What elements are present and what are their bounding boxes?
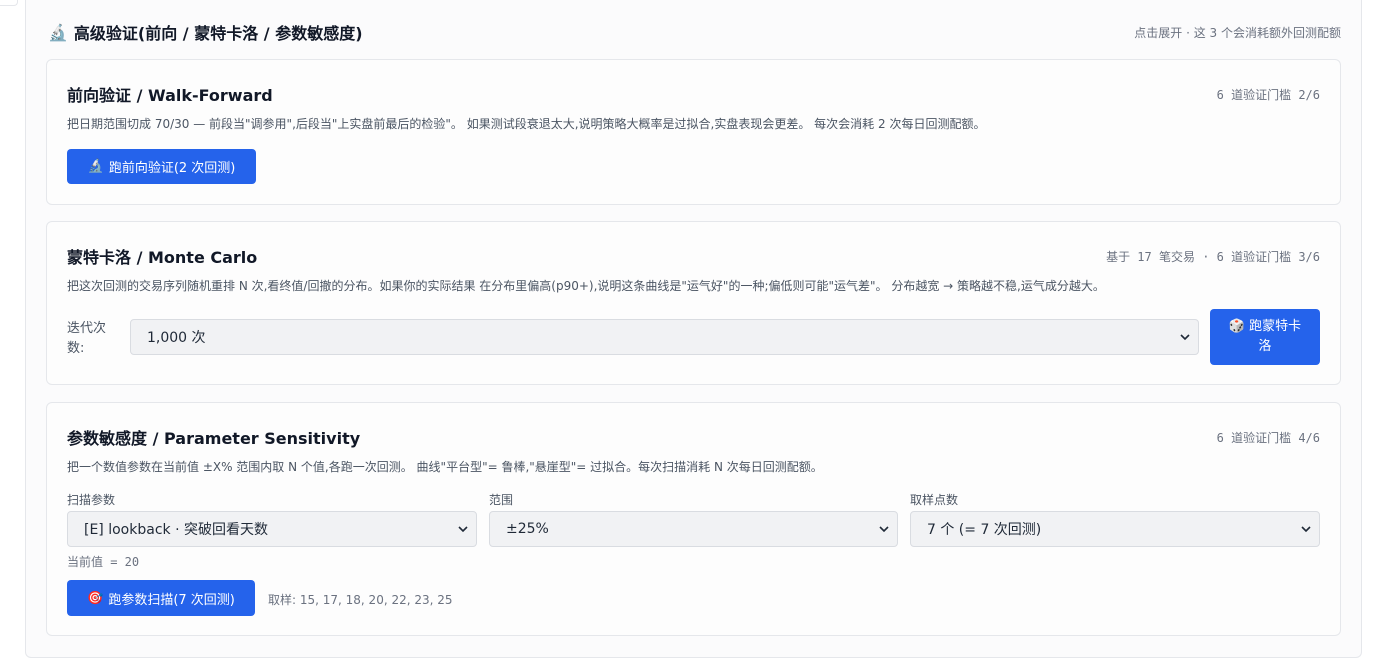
monte-carlo-meta: 基于 17 笔交易 · 6 道验证门槛 3/6 <box>1106 249 1320 264</box>
points-select[interactable]: 7 个 (= 7 次回测) <box>910 511 1320 547</box>
points-value: 7 个 (= 7 次回测) <box>927 522 1042 538</box>
walk-forward-meta: 6 道验证门槛 2/6 <box>1216 87 1320 102</box>
param-label: 扫描参数 <box>67 493 116 507</box>
target-icon: 🎯 <box>87 590 104 606</box>
sensitivity-card: 参数敏感度 / Parameter Sensitivity 6 道验证门槛 4/… <box>46 402 1341 636</box>
monte-carlo-card: 蒙特卡洛 / Monte Carlo 基于 17 笔交易 · 6 道验证门槛 3… <box>46 221 1341 385</box>
monte-carlo-title: 蒙特卡洛 / Monte Carlo <box>67 248 258 267</box>
advanced-validation-panel: 🔬 高级验证(前向 / 蒙特卡洛 / 参数敏感度) 点击展开 · 这 3 个会消… <box>25 0 1362 658</box>
iterations-value: 1,000 次 <box>147 330 206 346</box>
corner-tab <box>0 0 18 6</box>
run-monte-carlo-text1: 跑蒙特卡 <box>1249 319 1302 334</box>
iterations-select[interactable]: 1,000 次 <box>130 319 1199 355</box>
run-monte-carlo-line2: 洛 <box>1258 339 1272 354</box>
microscope-icon: 🔬 <box>48 22 68 42</box>
iterations-label: 迭代次 数: <box>67 319 106 359</box>
chevron-down-icon <box>458 526 468 533</box>
run-monte-carlo-button[interactable]: 🎲 跑蒙特卡 洛 <box>1210 309 1320 365</box>
chevron-down-icon <box>1301 526 1311 533</box>
microscope-icon: 🔬 <box>87 159 104 174</box>
points-label: 取样点数 <box>910 493 959 507</box>
current-value: 当前值 = 20 <box>67 555 140 569</box>
sensitivity-meta: 6 道验证门槛 4/6 <box>1216 430 1320 445</box>
dice-icon: 🎲 <box>1228 319 1246 334</box>
param-select[interactable]: [E] lookback · 突破回看天数 <box>67 511 477 547</box>
run-walk-forward-label: 跑前向验证(2 次回测) <box>108 161 236 176</box>
walk-forward-title: 前向验证 / Walk-Forward <box>67 86 273 105</box>
sensitivity-desc: 把一个数值参数在当前值 ±X% 范围内取 N 个值,各跑一次回测。 曲线"平台型… <box>67 460 823 474</box>
range-label: 范围 <box>489 493 514 507</box>
panel-header[interactable]: 🔬 高级验证(前向 / 蒙特卡洛 / 参数敏感度) 点击展开 · 这 3 个会消… <box>48 20 1341 44</box>
panel-title-wrap: 🔬 高级验证(前向 / 蒙特卡洛 / 参数敏感度) <box>48 20 363 44</box>
run-monte-carlo-line1: 🎲 跑蒙特卡 <box>1229 317 1301 337</box>
param-value: [E] lookback · 突破回看天数 <box>84 522 268 538</box>
iterations-label-line2: 数: <box>67 341 85 356</box>
run-monte-carlo-label: 🎲 跑蒙特卡 洛 <box>1229 317 1301 357</box>
iterations-label-line1: 迭代次 <box>67 321 107 336</box>
run-sensitivity-button[interactable]: 🎯 跑参数扫描(7 次回测) <box>67 580 255 616</box>
walk-forward-card: 前向验证 / Walk-Forward 6 道验证门槛 2/6 把日期范围切成 … <box>46 59 1341 205</box>
walk-forward-header: 前向验证 / Walk-Forward 6 道验证门槛 2/6 <box>67 82 1320 106</box>
sensitivity-header: 参数敏感度 / Parameter Sensitivity 6 道验证门槛 4/… <box>67 425 1320 449</box>
walk-forward-desc: 把日期范围切成 70/30 — 前段当"调参用",后段当"上实盘前最后的检验"。… <box>67 117 986 131</box>
monte-carlo-header: 蒙特卡洛 / Monte Carlo 基于 17 笔交易 · 6 道验证门槛 3… <box>67 244 1320 268</box>
monte-carlo-desc: 把这次回测的交易序列随机重排 N 次,看终值/回撤的分布。如果你的实际结果 在分… <box>67 279 1105 293</box>
panel-hint: 点击展开 · 这 3 个会消耗额外回测配额 <box>1134 25 1341 40</box>
run-walk-forward-button[interactable]: 🔬 跑前向验证(2 次回测) <box>67 149 256 184</box>
range-select[interactable]: ±25% <box>489 511 898 547</box>
panel-title: 高级验证(前向 / 蒙特卡洛 / 参数敏感度) <box>73 24 363 43</box>
sensitivity-title: 参数敏感度 / Parameter Sensitivity <box>67 429 361 448</box>
chevron-down-icon <box>879 526 889 533</box>
range-value: ±25% <box>506 521 549 537</box>
sample-values: 取样: 15, 17, 18, 20, 22, 23, 25 <box>268 593 453 607</box>
run-sensitivity-label: 跑参数扫描(7 次回测) <box>108 592 235 608</box>
chevron-down-icon <box>1180 334 1190 341</box>
